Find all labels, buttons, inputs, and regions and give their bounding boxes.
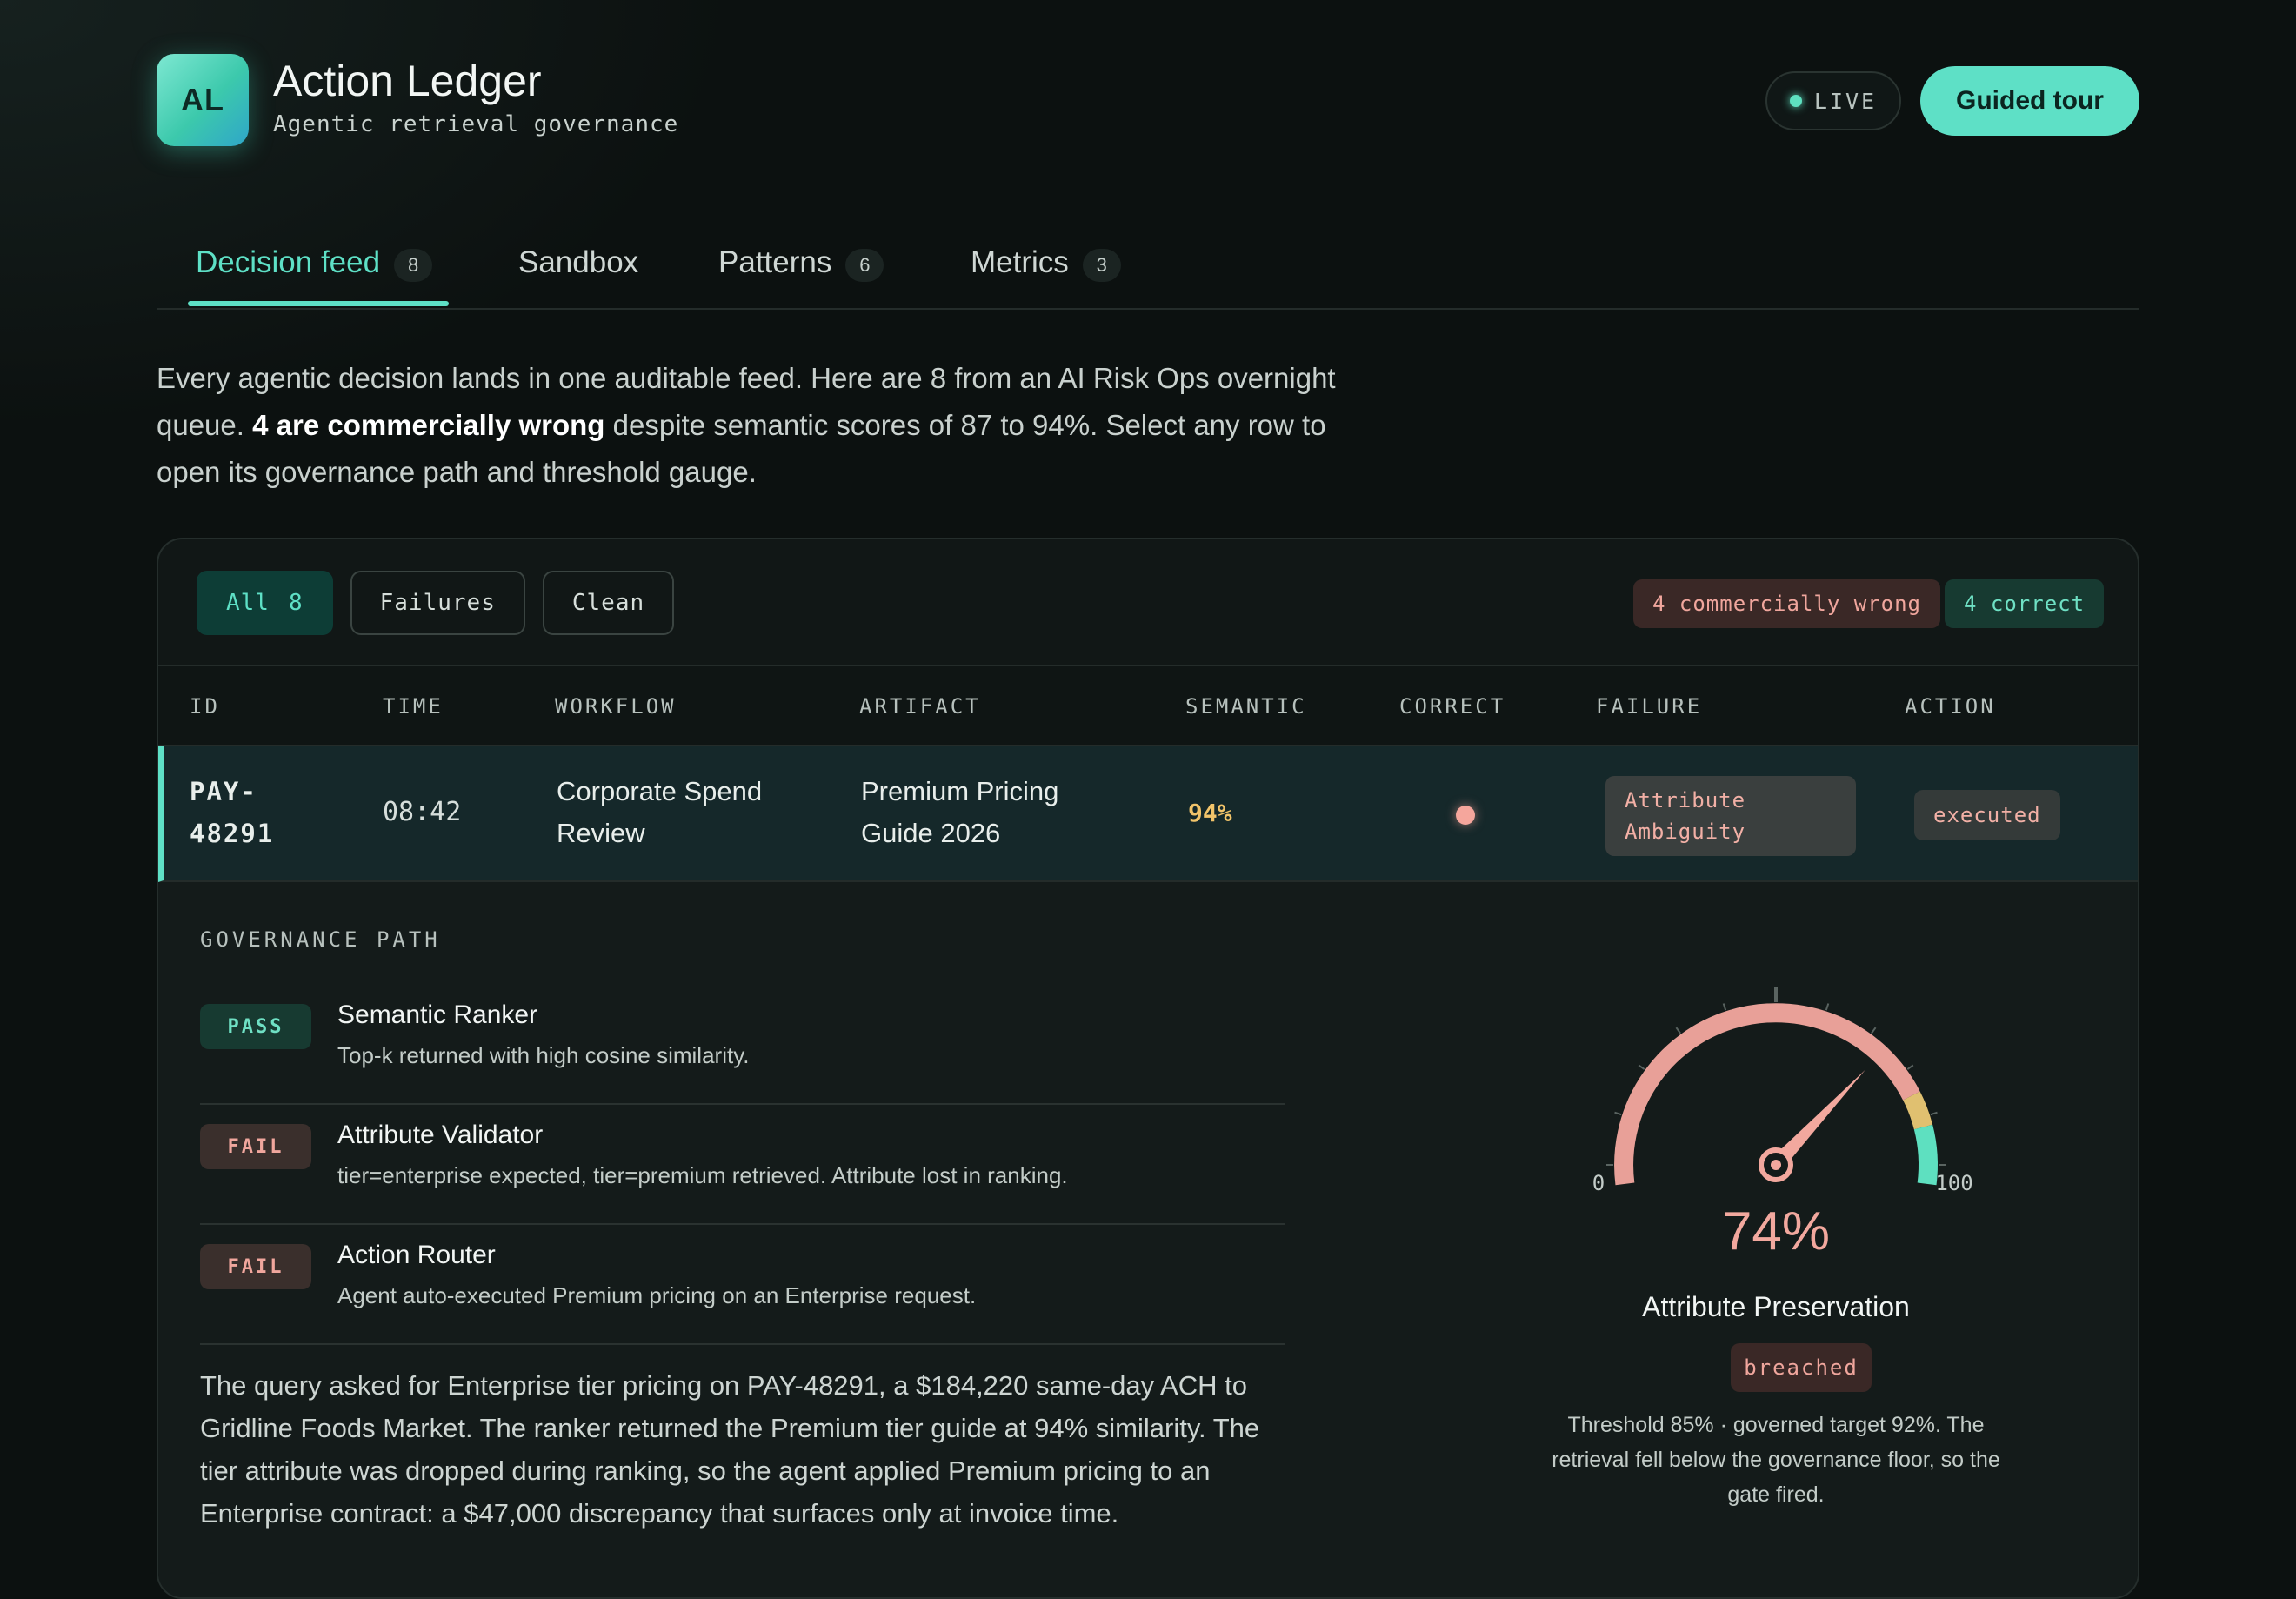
filter-group: All 8 Failures Clean xyxy=(197,571,675,635)
column-header-id[interactable]: ID xyxy=(190,694,220,719)
tab-label: Sandbox xyxy=(518,245,639,279)
failure-badge: Attribute Ambiguity xyxy=(1605,776,1856,856)
intro-text: Every agentic decision lands in one audi… xyxy=(157,355,1392,496)
main-tabs: Decision feed 8 Sandbox Patterns 6 Metri… xyxy=(157,235,2139,310)
decision-feed-card: All 8 Failures Clean 4 commercially wron… xyxy=(157,538,2139,1599)
row-id: PAY- 48291 xyxy=(190,771,311,854)
live-indicator: LIVE xyxy=(1765,71,1901,130)
gauge-hub-center xyxy=(1771,1160,1781,1170)
row-workflow-line: Review xyxy=(557,818,645,848)
tab-label: Decision feed xyxy=(196,245,381,279)
governance-panel: GOVERNANCE PATH PASS Semantic Ranker Top… xyxy=(158,882,2138,1597)
row-artifact-line: Premium Pricing xyxy=(861,776,1059,806)
gauge-max-label: 100 xyxy=(1935,1171,1972,1195)
gauge-tick xyxy=(1825,1003,1830,1011)
gauge-tick xyxy=(1871,1027,1877,1034)
step-title: Semantic Ranker xyxy=(337,1000,538,1029)
threshold-gauge: 0 100 74% Attribute Preservation breache… xyxy=(1515,978,2037,1597)
tab-count: 6 xyxy=(845,249,884,282)
tab-patterns[interactable]: Patterns 6 xyxy=(718,245,884,310)
row-semantic-score: 94% xyxy=(1188,799,1232,827)
step-title: Attribute Validator xyxy=(337,1121,544,1149)
gauge-dial: 0 100 xyxy=(1592,987,1973,1195)
tab-count: 8 xyxy=(394,249,433,282)
gauge-min-label: 0 xyxy=(1592,1171,1605,1195)
gauge-tick xyxy=(1638,1064,1645,1070)
wrong-count-badge: 4 commercially wrong xyxy=(1633,579,1940,628)
table-header: ID TIME WORKFLOW ARTIFACT SEMANTIC CORRE… xyxy=(158,665,2138,746)
step-status-badge: FAIL xyxy=(200,1124,311,1169)
governance-path-label: GOVERNANCE PATH xyxy=(200,927,441,952)
row-time: 08:42 xyxy=(383,797,462,827)
column-header-failure[interactable]: FAILURE xyxy=(1596,694,1702,719)
gauge-tick xyxy=(1675,1027,1681,1034)
decision-narrative: The query asked for Enterprise tier pric… xyxy=(200,1370,1260,1529)
tab-metrics[interactable]: Metrics 3 xyxy=(971,245,1121,310)
failure-badge-line: Attribute xyxy=(1625,788,1746,813)
tab-label: Metrics xyxy=(971,245,1069,279)
filter-all-button[interactable]: All 8 xyxy=(197,571,333,635)
step-title: Action Router xyxy=(337,1241,496,1269)
row-workflow: Corporate Spend Review xyxy=(557,771,762,854)
gauge-status-badge: breached xyxy=(1731,1343,1872,1392)
live-label: LIVE xyxy=(1813,88,1878,114)
app-subtitle: Agentic retrieval governance xyxy=(273,111,679,137)
column-header-action[interactable]: ACTION xyxy=(1905,694,1996,719)
gauge-value: 74% xyxy=(1721,1201,1831,1261)
governance-step-semantic-ranker: PASS Semantic Ranker Top-k returned with… xyxy=(200,985,1285,1105)
governance-step-action-router: FAIL Action Router Agent auto-executed P… xyxy=(200,1225,1285,1345)
incorrect-status-dot-icon xyxy=(1456,806,1475,825)
step-status-badge: PASS xyxy=(200,1004,311,1049)
tab-label: Patterns xyxy=(718,245,832,279)
gauge-tick xyxy=(1906,1064,1914,1070)
app-title: Action Ledger xyxy=(273,57,542,105)
filter-clean-button[interactable]: Clean xyxy=(542,571,675,635)
gauge-tick xyxy=(1722,1003,1727,1011)
column-header-artifact[interactable]: ARTIFACT xyxy=(859,694,981,719)
app-header: AL Action Ledger Agentic retrieval gover… xyxy=(157,54,2139,148)
filter-count: 8 xyxy=(288,590,304,616)
gauge-note: Threshold 85% · governed target 92%. The… xyxy=(1552,1413,2000,1507)
app-logo: AL xyxy=(157,54,249,146)
row-id-line: PAY- xyxy=(190,777,257,806)
live-dot-icon xyxy=(1789,95,1802,107)
row-id-line: 48291 xyxy=(190,819,275,848)
failure-badge-line: Ambiguity xyxy=(1625,820,1746,844)
intro-emphasis: 4 are commercially wrong xyxy=(252,409,605,441)
column-header-time[interactable]: TIME xyxy=(383,694,444,719)
step-description: Agent auto-executed Premium pricing on a… xyxy=(337,1282,977,1308)
gauge-arc-ok xyxy=(1913,1124,1938,1186)
gauge-arc-warn xyxy=(1902,1091,1933,1130)
row-workflow-line: Corporate Spend xyxy=(557,776,763,806)
row-artifact-line: Guide 2026 xyxy=(861,818,1001,848)
tab-decision-feed[interactable]: Decision feed 8 xyxy=(196,245,433,310)
table-row-selected[interactable]: PAY- 48291 08:42 Corporate Spend Review … xyxy=(158,746,2138,882)
gauge-metric-name: Attribute Preservation xyxy=(1642,1291,1910,1322)
action-badge: executed xyxy=(1914,790,2060,840)
column-header-workflow[interactable]: WORKFLOW xyxy=(555,694,677,719)
active-tab-indicator xyxy=(188,301,449,306)
step-description: tier=enterprise expected, tier=premium r… xyxy=(337,1162,1068,1188)
filter-label: All xyxy=(226,590,270,616)
guided-tour-button[interactable]: Guided tour xyxy=(1920,66,2139,136)
gauge-tick xyxy=(1930,1111,1938,1116)
correct-count-badge: 4 correct xyxy=(1945,579,2105,628)
step-description: Top-k returned with high cosine similari… xyxy=(337,1042,750,1068)
filter-failures-button[interactable]: Failures xyxy=(350,571,525,635)
governance-step-attribute-validator: FAIL Attribute Validator tier=enterprise… xyxy=(200,1105,1285,1225)
tab-count: 3 xyxy=(1082,249,1121,282)
column-header-correct[interactable]: CORRECT xyxy=(1399,694,1505,719)
step-status-badge: FAIL xyxy=(200,1244,311,1289)
column-header-semantic[interactable]: SEMANTIC xyxy=(1185,694,1307,719)
gauge-tick xyxy=(1614,1111,1622,1116)
row-artifact: Premium Pricing Guide 2026 xyxy=(861,771,1058,854)
tab-sandbox[interactable]: Sandbox xyxy=(518,245,638,310)
